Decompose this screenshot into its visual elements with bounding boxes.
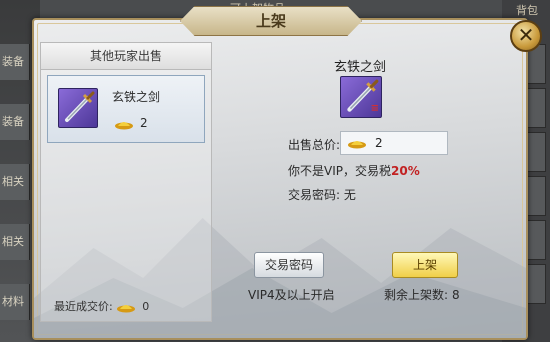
listing-price-value: 2 (140, 116, 148, 130)
vip-tax-text: 你不是VIP，交易税 (288, 164, 391, 178)
background-tab[interactable]: 材料 (0, 284, 30, 320)
gold-ingot-icon (348, 141, 366, 149)
other-sellers-header: 其他玩家出售 (41, 43, 211, 70)
gold-ingot-icon (115, 121, 133, 129)
total-price-label: 出售总价: (288, 138, 341, 152)
item-name: 玄铁之剑 (334, 60, 387, 75)
recent-price: 最近成交价: 0 (54, 298, 149, 314)
remaining-listings: 剩余上架数: 8 (384, 286, 460, 303)
remaining-listings-label: 剩余上架数: (384, 288, 449, 302)
background-tab[interactable]: 相关 (0, 224, 30, 260)
total-price-value: 2 (375, 136, 383, 150)
total-price-input[interactable]: 2 (340, 131, 448, 155)
bound-mark-icon: ≡ (370, 103, 379, 114)
other-sellers-panel: 其他玩家出售 玄铁之剑 2 (40, 42, 212, 322)
sword-icon (58, 88, 98, 128)
background-bag-label: 背包 (516, 4, 538, 17)
list-item-button[interactable]: 上架 (392, 252, 458, 278)
vip-requirement-note: VIP4及以上开启 (248, 288, 335, 302)
background-tab[interactable]: 相关 (0, 164, 30, 200)
recent-price-label: 最近成交价: (54, 300, 113, 313)
dialog-title: 上架 (180, 6, 362, 36)
close-x-icon: ✕ (517, 23, 535, 47)
trade-password-value: 无 (343, 188, 356, 202)
trade-password-button[interactable]: 交易密码 (254, 252, 324, 278)
trade-password-status: 交易密码: 无 (288, 186, 356, 203)
tax-rate: 20% (391, 164, 420, 178)
background-tab[interactable]: 装备 (0, 44, 30, 80)
listing-price: 2 (114, 116, 148, 130)
gold-ingot-icon (117, 305, 136, 313)
recent-price-value: 0 (142, 300, 150, 313)
listing-item-name: 玄铁之剑 (112, 90, 161, 104)
sword-icon[interactable]: ≡ (340, 76, 382, 118)
vip-tax-notice: 你不是VIP，交易税20% (288, 162, 420, 179)
background-tab[interactable]: 装备 (0, 104, 30, 140)
remaining-listings-count: 8 (452, 288, 460, 302)
close-button[interactable]: ✕ (510, 20, 542, 52)
trade-password-label: 交易密码: (288, 188, 341, 202)
listing-row[interactable]: 玄铁之剑 2 (47, 75, 205, 143)
